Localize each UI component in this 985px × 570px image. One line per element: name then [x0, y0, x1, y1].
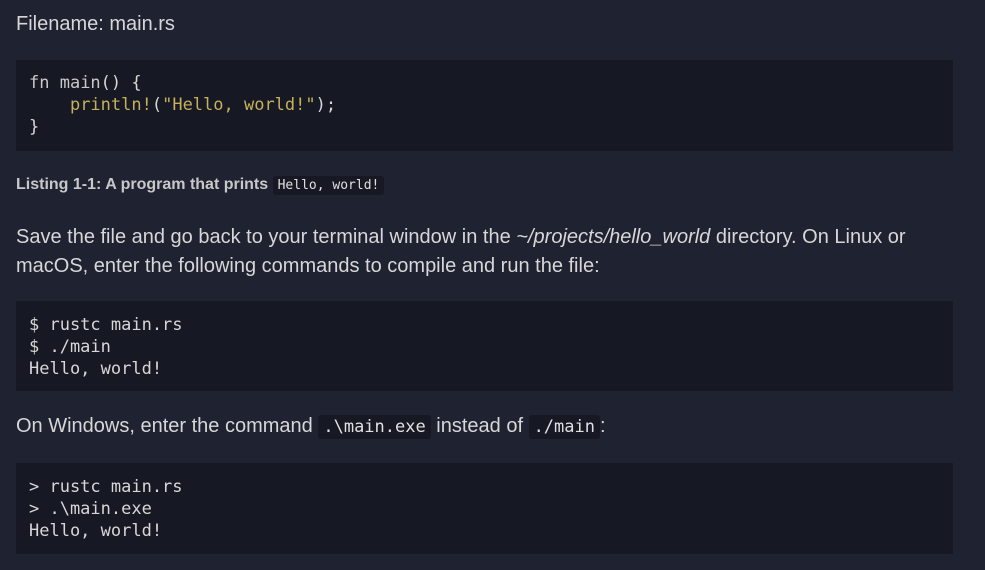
code-line: > rustc main.rs [29, 477, 183, 497]
paragraph-text: On Windows, enter the command [16, 415, 319, 437]
paragraph-save-file: Save the file and go back to your termin… [16, 223, 953, 281]
code-text: ); [315, 95, 337, 115]
code-text: ( [151, 95, 163, 115]
inline-code: Hello, world! [272, 176, 385, 195]
string-literal: "Hello, world!" [162, 95, 316, 115]
paragraph-text: instead of [430, 415, 529, 437]
keyword-fn: fn [29, 73, 60, 93]
code-line: } [29, 116, 953, 138]
path-emphasis: ~/projects/hello_world [516, 226, 711, 248]
inline-code: ./main [528, 415, 600, 439]
code-line: $ rustc main.rs [29, 315, 183, 335]
macro-println: println! [69, 95, 152, 115]
inline-code: .\main.exe [318, 415, 431, 439]
code-block-unix: $ rustc main.rs $ ./main Hello, world! [16, 301, 953, 391]
code-line: Hello, world! [29, 359, 163, 379]
code-block-windows: > rustc main.rs > .\main.exe Hello, worl… [16, 463, 953, 554]
paragraph-text: Save the file and go back to your termin… [16, 226, 517, 248]
filename-label: Filename: main.rs [16, 13, 175, 35]
code-text: } [29, 117, 40, 137]
code-line: > .\main.exe [29, 499, 152, 519]
code-line: $ ./main [29, 337, 111, 357]
caption-text: Listing 1-1: A program that prints [16, 176, 273, 193]
listing-caption: Listing 1-1: A program that prints Hello… [16, 176, 385, 195]
code-line: Hello, world! [29, 521, 163, 541]
paragraph-windows: On Windows, enter the command .\main.exe… [16, 412, 953, 442]
function-name: main [59, 73, 101, 93]
code-line: fn main() { [29, 72, 953, 94]
code-listing-main-rs: fn main() { println!("Hello, world!"); } [16, 60, 953, 151]
paragraph-text: : [599, 415, 606, 437]
code-line: println!("Hello, world!"); [29, 94, 953, 116]
code-text: () { [100, 73, 142, 93]
